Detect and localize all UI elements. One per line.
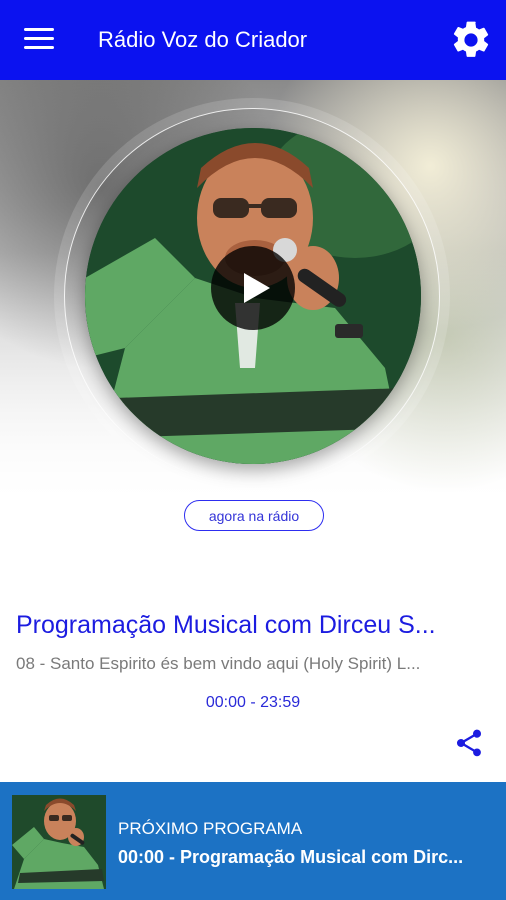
next-program-title: 00:00 - Programação Musical com Dirc... xyxy=(118,847,464,867)
gear-icon[interactable] xyxy=(449,18,493,62)
next-program-bar[interactable]: PRÓXIMO PROGRAMA 00:00 - Programação Mus… xyxy=(0,782,506,900)
next-program-label: PRÓXIMO PROGRAMA xyxy=(118,819,303,838)
play-icon xyxy=(244,273,270,303)
hamburger-menu-icon[interactable] xyxy=(24,28,56,52)
app-title: Rádio Voz do Criador xyxy=(98,27,308,52)
program-time-range: 00:00 - 23:59 xyxy=(205,694,301,711)
track-title: 08 - Santo Espirito és bem vindo aqui (H… xyxy=(16,654,421,673)
next-program-thumbnail xyxy=(12,795,106,889)
program-title: Programação Musical com Dirceu S... xyxy=(16,611,436,639)
now-on-air-badge: agora na rádio xyxy=(184,500,324,531)
share-icon[interactable] xyxy=(453,727,485,759)
app-bar: Rádio Voz do Criador xyxy=(0,0,506,80)
play-button[interactable] xyxy=(211,246,295,330)
